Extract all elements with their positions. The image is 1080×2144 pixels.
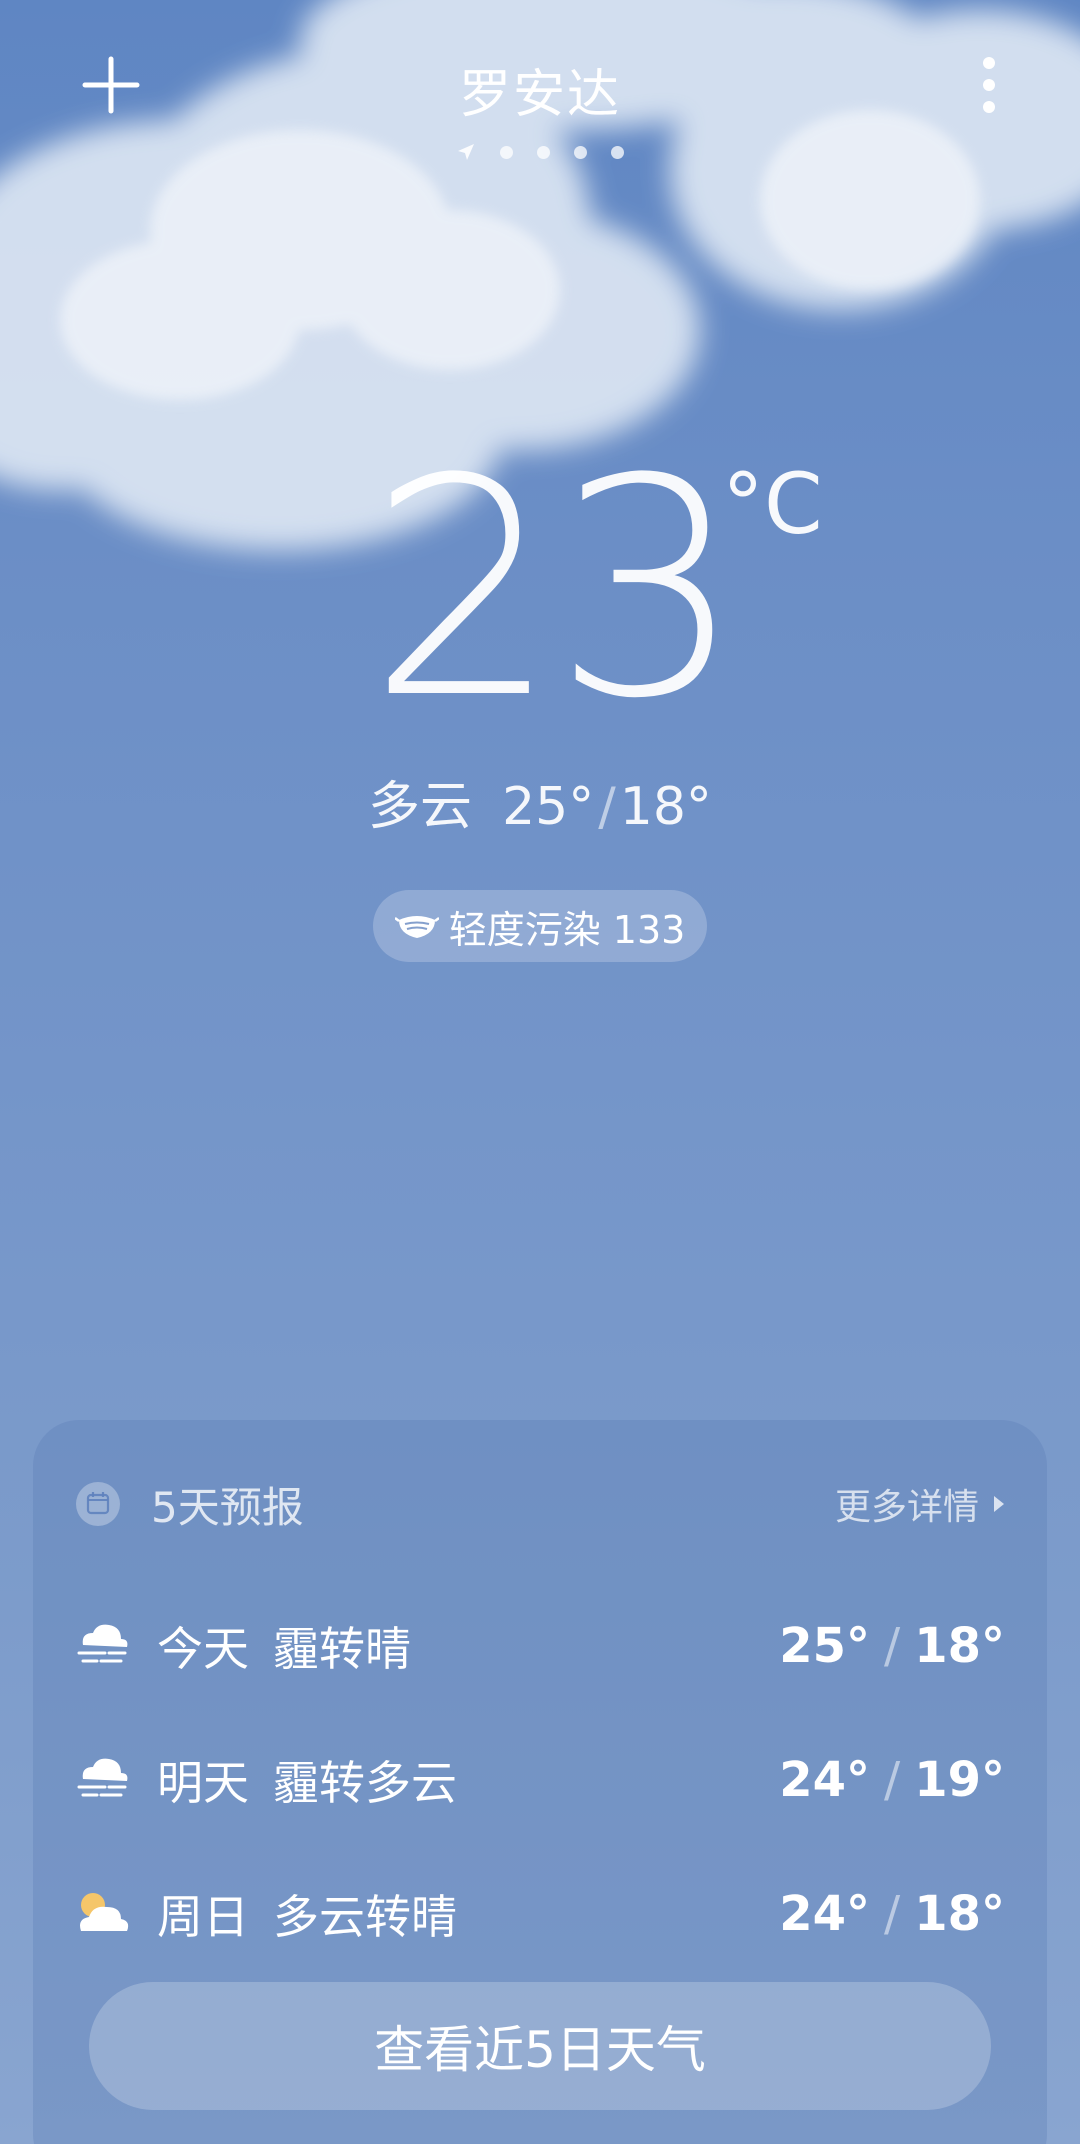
page-dot (537, 145, 550, 159)
haze-icon (75, 1752, 131, 1808)
day-low: 18° (914, 1618, 1005, 1674)
more-details-link[interactable]: 更多详情 (835, 1478, 1005, 1530)
day-low: 18° (914, 1886, 1005, 1942)
day-temp-range: 24°/18° (779, 1886, 1005, 1942)
page-dot (574, 145, 587, 159)
more-details-label: 更多详情 (834, 1487, 979, 1528)
forecast-card: 5天预报 更多详情 今天 霾转晴 25°/18° 明天 霾转多云 24° / 1… (33, 1420, 1047, 2144)
page-dot (611, 145, 624, 159)
page-dot (500, 145, 513, 159)
condition-text: 多云 (368, 777, 473, 837)
view-5-day-button[interactable]: 查看近5日天气 (89, 1982, 991, 2110)
forecast-row-tomorrow[interactable]: 明天 霾转多云 24°/19° (75, 1740, 1005, 1820)
forecast-row-today[interactable]: 今天 霾转晴 25°/18° (75, 1606, 1005, 1686)
forecast-title: 5天预报 (151, 1482, 304, 1532)
air-quality-badge[interactable]: 轻度污染 133 (373, 890, 707, 962)
low-temp: 18° (619, 777, 712, 837)
city-page-indicator[interactable] (0, 142, 1080, 162)
day-high: 25° (779, 1618, 871, 1674)
day-condition: 霾转多云 (273, 1756, 457, 1810)
temperature-unit: °C (722, 455, 823, 553)
chevron-right-icon (994, 1496, 1004, 1512)
day-low: 19° (914, 1752, 1005, 1808)
mask-icon (394, 916, 439, 938)
calendar-icon (76, 1482, 120, 1526)
day-temp-range: 24°/19° (779, 1752, 1005, 1808)
forecast-row-sunday[interactable]: 周日 多云转晴 24°/18° (75, 1874, 1005, 1954)
day-label: 明天 (157, 1756, 249, 1810)
forecast-header: 5天预报 更多详情 (75, 1476, 1005, 1532)
city-title: 罗安达 (458, 65, 621, 125)
day-high: 24° (779, 1886, 871, 1942)
day-condition: 霾转晴 (273, 1622, 411, 1676)
partly-cloudy-icon (75, 1886, 131, 1942)
more-options-button[interactable] (944, 40, 1034, 130)
day-temp-range: 25°/18° (779, 1618, 1005, 1674)
current-temperature: 23 °C (0, 440, 1080, 740)
temperature-value: 23 (368, 415, 744, 764)
aqi-label: 轻度污染 133 (448, 907, 686, 952)
day-label: 周日 (157, 1890, 249, 1944)
day-condition: 多云转晴 (273, 1890, 457, 1944)
weather-screen: 罗安达 23 °C 多云 25°/18° 轻度污染 133 5天预报 更多详情 … (0, 0, 1080, 2144)
high-temp: 25° (502, 777, 595, 837)
day-label: 今天 (157, 1622, 249, 1676)
location-arrow-icon (458, 144, 474, 160)
more-vertical-icon (983, 57, 995, 113)
day-high: 24° (779, 1752, 871, 1808)
condition-summary: 多云 25°/18° (368, 777, 712, 837)
haze-icon (75, 1618, 131, 1674)
